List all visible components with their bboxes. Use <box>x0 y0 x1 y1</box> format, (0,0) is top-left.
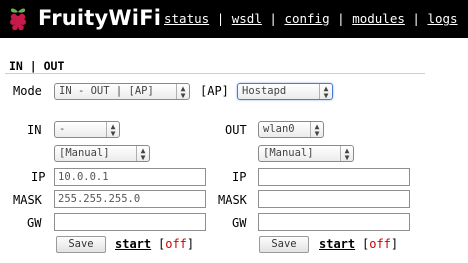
app-title: FruityWiFi <box>38 6 162 30</box>
in-start-link[interactable]: start <box>115 237 151 251</box>
nav-separator: | <box>412 11 428 26</box>
out-gw-input[interactable] <box>258 213 410 231</box>
in-status-close: ] <box>186 237 195 251</box>
nav-config[interactable]: config <box>284 11 329 26</box>
ap-select-value: Hostapd <box>242 85 287 97</box>
out-status: [off] <box>362 237 398 251</box>
in-interface-select[interactable]: - ▲ ▼ <box>54 121 120 138</box>
updown-chevron-icon: ▲ ▼ <box>106 122 119 137</box>
main-nav: status | wsdl | config | modules | logs … <box>164 11 468 26</box>
out-save-button[interactable]: Save <box>259 236 309 253</box>
in-config-select[interactable]: [Manual] ▲ ▼ <box>54 145 150 162</box>
in-config-value: [Manual] <box>59 147 110 159</box>
mode-select-value: IN - OUT | [AP] <box>59 85 154 97</box>
out-interface-value: wlan0 <box>263 123 295 135</box>
raspberry-icon <box>10 8 26 31</box>
out-mask-label: MASK <box>218 193 247 207</box>
section-divider <box>5 73 425 74</box>
mode-label: Mode <box>13 84 42 98</box>
ap-select[interactable]: Hostapd ▲ ▼ <box>237 83 333 100</box>
mode-select[interactable]: IN - OUT | [AP] ▲ ▼ <box>54 83 190 100</box>
section-title: IN | OUT <box>9 59 65 73</box>
in-label: IN <box>27 123 42 137</box>
nav-logs[interactable]: logs <box>427 11 457 26</box>
out-gw-label: GW <box>232 216 247 230</box>
nav-status[interactable]: status <box>164 11 209 26</box>
ap-label: [AP] <box>200 84 229 98</box>
in-gw-label: GW <box>27 216 42 230</box>
updown-chevron-icon: ▲ ▼ <box>136 146 149 161</box>
out-config-value: [Manual] <box>263 147 314 159</box>
in-save-button[interactable]: Save <box>56 236 106 253</box>
out-status-value: off <box>369 237 391 251</box>
out-start-link[interactable]: start <box>319 237 355 251</box>
updown-chevron-icon: ▲ ▼ <box>340 146 353 161</box>
top-header: FruityWiFi status | wsdl | config | modu… <box>0 0 468 38</box>
updown-chevron-icon: ▲ ▼ <box>319 84 332 99</box>
out-label: OUT <box>225 123 247 137</box>
nav-modules[interactable]: modules <box>352 11 405 26</box>
updown-chevron-icon: ▲ ▼ <box>310 122 323 137</box>
in-mask-label: MASK <box>13 193 42 207</box>
out-ip-input[interactable] <box>258 168 410 186</box>
out-mask-input[interactable] <box>258 190 410 208</box>
in-ip-input[interactable] <box>54 168 206 186</box>
updown-chevron-icon: ▲ ▼ <box>176 84 189 99</box>
out-status-close: ] <box>390 237 399 251</box>
in-status-value: off <box>165 237 187 251</box>
in-interface-value: - <box>59 123 66 135</box>
out-config-select[interactable]: [Manual] ▲ ▼ <box>258 145 354 162</box>
nav-separator: | <box>337 11 353 26</box>
nav-separator: | <box>269 11 285 26</box>
in-mask-input[interactable] <box>54 190 206 208</box>
in-gw-input[interactable] <box>54 213 206 231</box>
nav-separator: | <box>216 11 232 26</box>
out-ip-label: IP <box>232 170 247 184</box>
out-interface-select[interactable]: wlan0 ▲ ▼ <box>258 121 324 138</box>
nav-wsdl[interactable]: wsdl <box>232 11 262 26</box>
in-status: [off] <box>158 237 194 251</box>
in-ip-label: IP <box>31 170 46 184</box>
